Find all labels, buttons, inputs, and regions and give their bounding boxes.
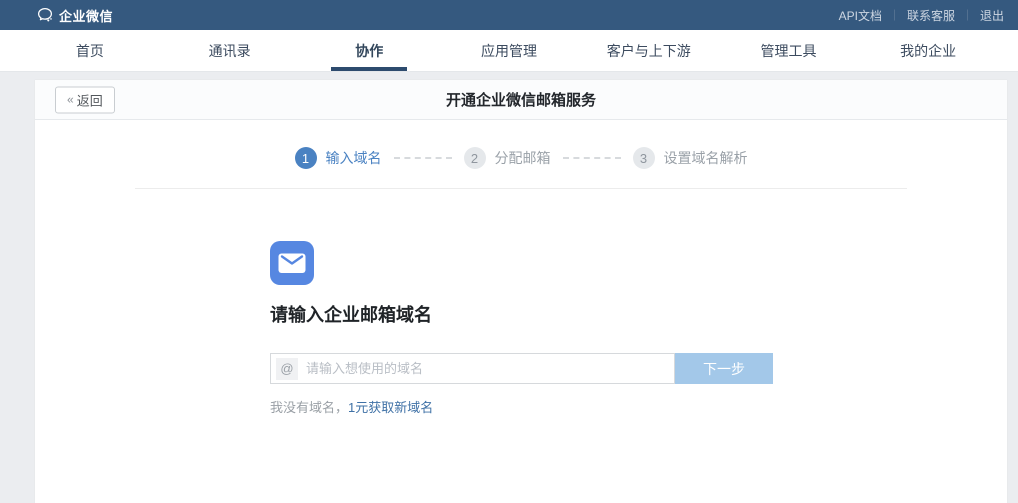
step-number-badge: 2 bbox=[464, 147, 486, 169]
step-connector bbox=[563, 157, 621, 159]
step-enter-domain: 1 输入域名 bbox=[295, 147, 382, 169]
step-label: 设置域名解析 bbox=[664, 148, 748, 168]
back-chevron-icon: « bbox=[67, 93, 74, 107]
tab-home[interactable]: 首页 bbox=[20, 30, 160, 71]
logout-link[interactable]: 退出 bbox=[980, 7, 1004, 24]
back-button-label: 返回 bbox=[77, 90, 103, 109]
tab-admin-tools[interactable]: 管理工具 bbox=[719, 30, 859, 71]
tab-app-management[interactable]: 应用管理 bbox=[439, 30, 579, 71]
no-domain-hint: 我没有域名，1元获取新域名 bbox=[270, 397, 1007, 416]
step-number-badge: 3 bbox=[633, 147, 655, 169]
tab-my-company[interactable]: 我的企业 bbox=[858, 30, 998, 71]
tab-contacts[interactable]: 通讯录 bbox=[160, 30, 300, 71]
app-logo[interactable]: 企业微信 bbox=[36, 6, 113, 25]
step-dns-setup: 3 设置域名解析 bbox=[633, 147, 748, 169]
contact-support-link[interactable]: 联系客服 bbox=[907, 7, 955, 24]
api-docs-link[interactable]: API文档 bbox=[839, 7, 882, 24]
page-title: 开通企业微信邮箱服务 bbox=[446, 89, 596, 110]
step-indicator: 1 输入域名 2 分配邮箱 3 设置域名解析 bbox=[35, 147, 1007, 169]
screen: 企业微信 API文档 ｜ 联系客服 ｜ 退出 首页 通讯录 协作 应用管理 客户… bbox=[0, 0, 1018, 503]
step-label: 输入域名 bbox=[326, 148, 382, 168]
input-row: @ 下一步 bbox=[270, 353, 1007, 384]
hint-text: 我没有域名， bbox=[270, 400, 348, 415]
separator: ｜ bbox=[962, 7, 973, 23]
logo-text: 企业微信 bbox=[59, 6, 113, 25]
step-assign-mailbox: 2 分配邮箱 bbox=[464, 147, 551, 169]
separator: ｜ bbox=[889, 7, 900, 23]
card-header: « 返回 开通企业微信邮箱服务 bbox=[35, 80, 1007, 120]
step-label: 分配邮箱 bbox=[495, 148, 551, 168]
step-connector bbox=[394, 157, 452, 159]
next-step-button[interactable]: 下一步 bbox=[675, 353, 773, 384]
domain-input-wrapper: @ bbox=[270, 353, 675, 384]
get-domain-link[interactable]: 1元获取新域名 bbox=[348, 400, 433, 415]
topbar-links: API文档 ｜ 联系客服 ｜ 退出 bbox=[839, 7, 1004, 24]
back-button[interactable]: « 返回 bbox=[55, 86, 115, 113]
divider bbox=[135, 188, 907, 189]
domain-form: 请输入企业邮箱域名 @ 下一步 我没有域名，1元获取新域名 bbox=[270, 241, 1007, 416]
step-number-badge: 1 bbox=[295, 147, 317, 169]
tab-customers[interactable]: 客户与上下游 bbox=[579, 30, 719, 71]
tab-collaboration[interactable]: 协作 bbox=[299, 30, 439, 71]
chat-bubble-icon bbox=[36, 6, 54, 24]
form-heading: 请输入企业邮箱域名 bbox=[270, 301, 1007, 327]
mail-icon bbox=[270, 241, 314, 285]
topbar: 企业微信 API文档 ｜ 联系客服 ｜ 退出 bbox=[0, 0, 1018, 30]
mail-setup-card: « 返回 开通企业微信邮箱服务 1 输入域名 2 分配邮箱 3 bbox=[35, 80, 1007, 503]
main-nav: 首页 通讯录 协作 应用管理 客户与上下游 管理工具 我的企业 bbox=[0, 30, 1018, 72]
content-area: « 返回 开通企业微信邮箱服务 1 输入域名 2 分配邮箱 3 bbox=[0, 72, 1018, 503]
domain-input[interactable] bbox=[298, 354, 674, 383]
at-symbol-icon: @ bbox=[276, 358, 298, 380]
